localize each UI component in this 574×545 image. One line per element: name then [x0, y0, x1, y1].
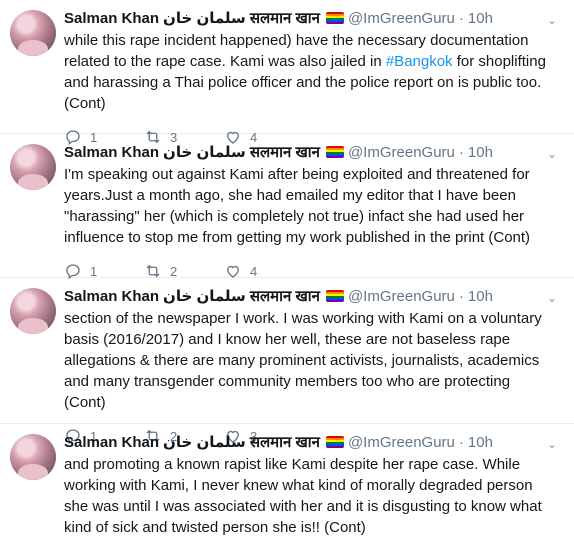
author-name-hindi[interactable]: सलमान खान	[250, 432, 320, 452]
hashtag-link[interactable]: #Bangkok	[386, 53, 453, 70]
author-handle[interactable]: @ImGreenGuru	[348, 10, 455, 27]
tweet-text-part: section of the newspaper I work. I was w…	[64, 310, 542, 411]
tweet-content: Salman Khan سلمان خان सलमान खान @ImGreen…	[64, 432, 564, 545]
author-name-urdu[interactable]: سلمان خان	[163, 9, 246, 27]
separator-dot: ·	[458, 143, 464, 161]
retweet-count: 2	[170, 263, 178, 279]
rainbow-flag-icon	[325, 436, 344, 448]
tweet-header: Salman Khan سلمان خان सलमान खान @ImGreen…	[64, 432, 564, 452]
tweet[interactable]: Salman Khan سلمان خان सलमान खान @ImGreen…	[0, 0, 574, 146]
timeline: Salman Khan سلمان خان सलमान खान @ImGreen…	[0, 0, 574, 545]
tweet-text: and promoting a known rapist like Kami d…	[64, 454, 554, 538]
tweet-time[interactable]: 10h	[468, 10, 493, 27]
avatar[interactable]	[10, 10, 56, 56]
rainbow-flag-icon	[325, 290, 344, 302]
tweet-text: while this rape incident happened) have …	[64, 30, 554, 114]
author-handle[interactable]: @ImGreenGuru	[348, 144, 455, 161]
separator-dot: ·	[458, 287, 464, 305]
author-name[interactable]: Salman Khan	[64, 434, 159, 451]
tweet[interactable]: Salman Khan سلمان خان सलमान खान @ImGreen…	[0, 134, 574, 280]
chevron-down-icon[interactable]: ⌄	[544, 12, 560, 28]
reply-count: 1	[90, 263, 98, 279]
author-name-urdu[interactable]: سلمان خان	[163, 143, 246, 161]
author-name[interactable]: Salman Khan	[64, 10, 159, 27]
separator-dot: ·	[458, 433, 464, 451]
author-name-hindi[interactable]: सलमान खान	[250, 286, 320, 306]
author-handle[interactable]: @ImGreenGuru	[348, 434, 455, 451]
author-name-urdu[interactable]: سلمان خان	[163, 433, 246, 451]
tweet-content: Salman Khan سلمان خان सलमान खान @ImGreen…	[64, 142, 564, 280]
tweet-text-part: and promoting a known rapist like Kami d…	[64, 456, 542, 536]
author-name[interactable]: Salman Khan	[64, 288, 159, 305]
tweet-time[interactable]: 10h	[468, 288, 493, 305]
like-count: 4	[250, 263, 258, 279]
author-name-urdu[interactable]: سلمان خان	[163, 287, 246, 305]
chevron-down-icon[interactable]: ⌄	[544, 290, 560, 306]
tweet[interactable]: Salman Khan سلمان خان सलमान खान @ImGreen…	[0, 424, 574, 545]
avatar[interactable]	[10, 434, 56, 480]
author-name[interactable]: Salman Khan	[64, 144, 159, 161]
author-handle[interactable]: @ImGreenGuru	[348, 288, 455, 305]
avatar[interactable]	[10, 288, 56, 334]
tweet-content: Salman Khan سلمان خان सलमान खान @ImGreen…	[64, 286, 564, 445]
tweet-header: Salman Khan سلمان خان सलमान खान @ImGreen…	[64, 142, 564, 162]
separator-dot: ·	[458, 9, 464, 27]
tweet-text: I'm speaking out against Kami after bein…	[64, 164, 554, 248]
tweet-text: section of the newspaper I work. I was w…	[64, 308, 554, 413]
tweet-content: Salman Khan سلمان خان सलमान खान @ImGreen…	[64, 8, 564, 146]
tweet-time[interactable]: 10h	[468, 144, 493, 161]
tweet-header: Salman Khan سلمان خان सलमान खान @ImGreen…	[64, 286, 564, 306]
tweet-header: Salman Khan سلمان خان सलमान खान @ImGreen…	[64, 8, 564, 28]
tweet-text-part: I'm speaking out against Kami after bein…	[64, 166, 531, 246]
author-name-hindi[interactable]: सलमान खान	[250, 8, 320, 28]
tweet-time[interactable]: 10h	[468, 434, 493, 451]
chevron-down-icon[interactable]: ⌄	[544, 436, 560, 452]
tweet[interactable]: Salman Khan سلمان خان सलमान खान @ImGreen…	[0, 278, 574, 445]
chevron-down-icon[interactable]: ⌄	[544, 146, 560, 162]
avatar[interactable]	[10, 144, 56, 190]
author-name-hindi[interactable]: सलमान खान	[250, 142, 320, 162]
rainbow-flag-icon	[325, 146, 344, 158]
rainbow-flag-icon	[325, 12, 344, 24]
